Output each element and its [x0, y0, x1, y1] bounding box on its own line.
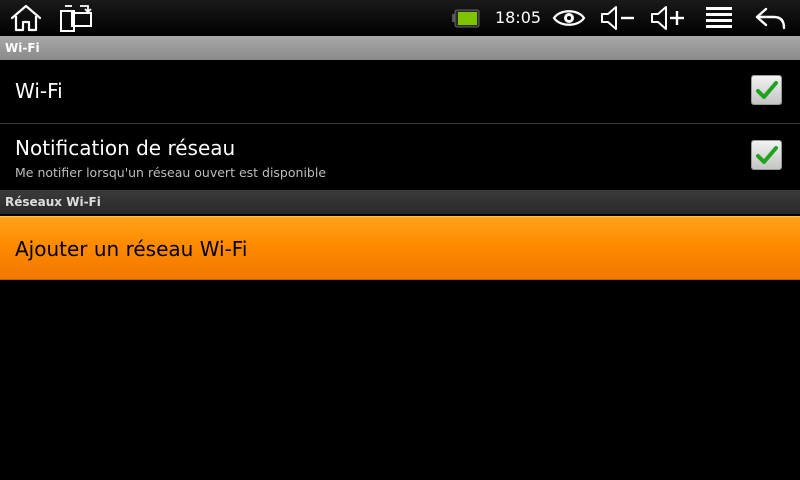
network-notification-row[interactable]: Notification de réseau Me notifier lorsq… [0, 125, 800, 190]
volume-down-button[interactable] [597, 0, 639, 36]
home-button[interactable] [6, 0, 46, 36]
status-bar: 18:05 [0, 0, 800, 36]
home-icon [10, 4, 42, 32]
wifi-checkbox[interactable] [751, 75, 782, 105]
section-header-wifi-networks: Réseaux Wi-Fi [0, 190, 800, 214]
section-header-wifi: Wi-Fi [0, 36, 800, 60]
network-notification-title: Notification de réseau [15, 136, 236, 160]
wifi-toggle-row[interactable]: Wi-Fi [0, 60, 800, 124]
network-notification-summary: Me notifier lorsqu'un réseau ouvert est … [15, 165, 327, 180]
add-wifi-network-label: Ajouter un réseau Wi-Fi [15, 237, 248, 261]
screen-rotate-button[interactable] [56, 0, 96, 36]
network-notification-checkbox[interactable] [751, 140, 782, 170]
checkmark-icon [755, 146, 778, 164]
battery-icon [452, 9, 480, 28]
eye-icon [552, 10, 586, 26]
back-button[interactable] [750, 0, 792, 36]
back-icon [755, 7, 786, 30]
volume-up-button[interactable] [647, 0, 689, 36]
battery-indicator [448, 0, 484, 36]
menu-icon [706, 7, 732, 28]
checkmark-icon [755, 81, 778, 99]
volume-down-icon [601, 6, 634, 30]
menu-button[interactable] [699, 0, 739, 36]
add-wifi-network-row[interactable]: Ajouter un réseau Wi-Fi [0, 216, 800, 280]
screen-rotate-icon [60, 5, 92, 32]
eye-button[interactable] [549, 0, 589, 36]
status-clock: 18:05 [494, 8, 542, 27]
wifi-toggle-title: Wi-Fi [15, 79, 63, 103]
volume-up-icon [651, 6, 684, 30]
